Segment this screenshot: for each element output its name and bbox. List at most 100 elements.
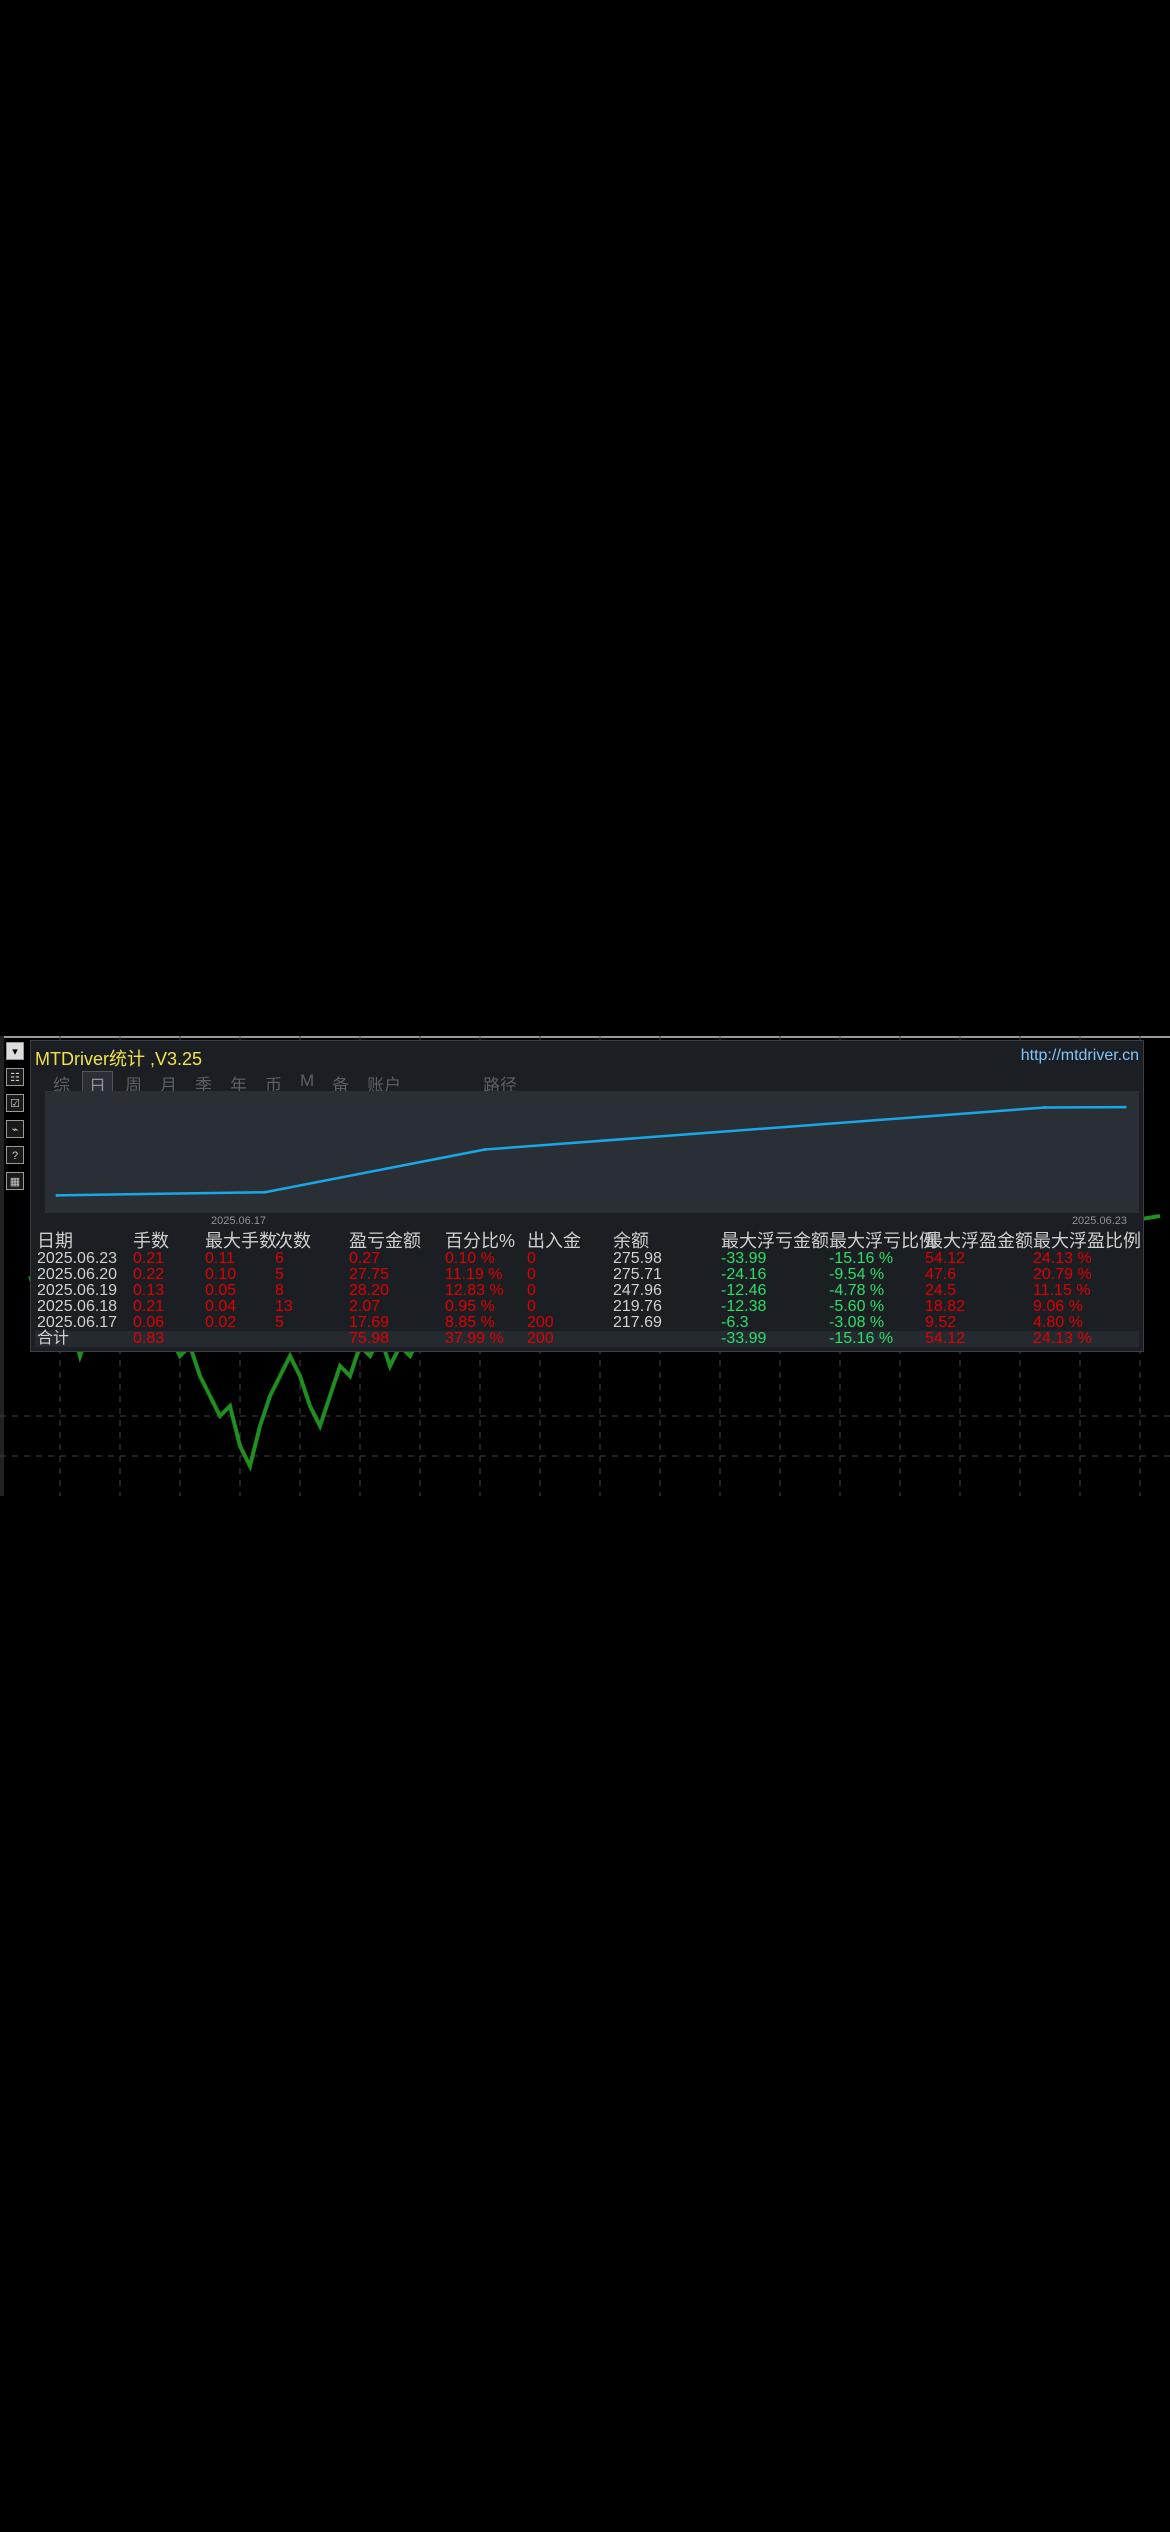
cell-count: 8 xyxy=(275,1282,284,1299)
equity-point xyxy=(55,1193,59,1197)
cell-percent: 0.10 % xyxy=(445,1250,495,1267)
cell-lots: 0.21 xyxy=(133,1250,165,1267)
cell-balance: 275.71 xyxy=(613,1266,662,1283)
cell-count: 6 xyxy=(275,1250,284,1267)
table-row[interactable]: 2025.06.20 0.22 0.10 5 27.75 11.19 % 0 275.71 -2… xyxy=(35,1267,1139,1283)
cell-pnl: 27.75 xyxy=(349,1266,390,1283)
cell-date: 2025.06.18 xyxy=(37,1298,118,1315)
cell-max-float-profit: 18.82 xyxy=(925,1298,966,1315)
header-pnl: 盈亏金额 xyxy=(349,1231,421,1251)
cell-max-lots: 0.02 xyxy=(205,1314,237,1331)
equity-point xyxy=(483,1148,487,1152)
header-lots: 手数 xyxy=(133,1231,169,1251)
chart-date-end: 2025.06.23 xyxy=(1071,1215,1127,1227)
header-max-lots: 最大手数 xyxy=(205,1231,277,1251)
cell-pnl: 0.27 xyxy=(349,1250,381,1267)
cell-pnl: 17.69 xyxy=(349,1314,390,1331)
cell-percent: 0.95 % xyxy=(445,1298,495,1315)
cell-max-float-loss-ratio: -9.54 % xyxy=(829,1266,885,1283)
cell-balance: 247.96 xyxy=(613,1282,662,1299)
cell-percent: 11.19 % xyxy=(445,1266,503,1283)
cell-max-float-loss-ratio: -15.16 % xyxy=(829,1250,894,1267)
header-max-float-profit-ratio: 最大浮盈比例 xyxy=(1033,1231,1141,1251)
cell-max-float-loss: -6.3 xyxy=(721,1314,749,1331)
table-row[interactable]: 2025.06.18 0.21 0.04 13 2.07 0.95 % 0 219.76 -12… xyxy=(35,1299,1139,1315)
total-max-float-loss-ratio: -15.16 % xyxy=(829,1330,894,1347)
cell-count: 13 xyxy=(275,1298,293,1315)
table-row[interactable]: 2025.06.23 0.21 0.11 6 0.27 0.10 % 0 275.98 -33.… xyxy=(35,1251,1139,1267)
cell-max-float-profit-ratio: 4.80 % xyxy=(1033,1314,1083,1331)
cell-percent: 8.85 % xyxy=(445,1314,495,1331)
cell-max-float-profit-ratio: 9.06 % xyxy=(1033,1298,1083,1315)
equity-point xyxy=(1043,1105,1047,1109)
cell-date: 2025.06.17 xyxy=(37,1314,118,1331)
table-row[interactable]: 2025.06.19 0.13 0.05 8 28.20 12.83 % 0 247.96 -1… xyxy=(35,1283,1139,1299)
cell-max-float-loss: -12.38 xyxy=(721,1298,767,1315)
cell-max-float-loss: -33.99 xyxy=(721,1250,767,1267)
left-toolbar: ▾ ☷ ☑ ⌁ ? ▦ xyxy=(6,1042,28,1198)
cell-count: 5 xyxy=(275,1314,284,1331)
cell-lots: 0.06 xyxy=(133,1314,165,1331)
cell-max-lots: 0.11 xyxy=(205,1250,235,1267)
total-max-float-loss: -33.99 xyxy=(721,1330,767,1347)
cell-deposit: 200 xyxy=(527,1314,554,1331)
equity-chart xyxy=(45,1091,1139,1213)
cell-max-float-loss: -12.46 xyxy=(721,1282,767,1299)
cell-deposit: 0 xyxy=(527,1266,536,1283)
cell-date: 2025.06.20 xyxy=(37,1266,118,1283)
panel-url-link[interactable]: http://mtdriver.cn xyxy=(1021,1047,1139,1065)
cell-lots: 0.21 xyxy=(133,1298,165,1315)
header-max-float-profit: 最大浮盈金额 xyxy=(925,1231,1033,1251)
cell-max-float-loss-ratio: -5.60 % xyxy=(829,1298,885,1315)
stats-table: 日期 手数 最大手数 次数 盈亏金额 百分比% 出入金 余额 最大浮亏金额 最大… xyxy=(35,1231,1141,1347)
cell-max-float-loss-ratio: -4.78 % xyxy=(829,1282,885,1299)
cell-max-float-profit: 24.5 xyxy=(925,1282,957,1299)
dropdown-icon[interactable]: ▾ xyxy=(6,1042,24,1060)
header-max-float-loss-ratio: 最大浮亏比例 xyxy=(829,1231,937,1251)
equity-line xyxy=(56,1105,1126,1197)
table-row[interactable]: 2025.06.17 0.06 0.02 5 17.69 8.85 % 200 217.69 -… xyxy=(35,1315,1139,1331)
cell-date: 2025.06.19 xyxy=(37,1282,118,1299)
stats-icon[interactable]: ☷ xyxy=(6,1068,24,1086)
cell-max-float-profit: 47.6 xyxy=(925,1266,957,1283)
total-pnl: 75.98 xyxy=(349,1330,390,1347)
cell-pnl: 2.07 xyxy=(349,1298,381,1315)
total-deposit: 200 xyxy=(527,1330,554,1347)
header-percent: 百分比% xyxy=(445,1231,516,1251)
header-deposit: 出入金 xyxy=(527,1231,581,1251)
checkbox-icon[interactable]: ☑ xyxy=(6,1094,24,1112)
table-icon[interactable]: ▦ xyxy=(6,1172,24,1190)
cell-max-float-profit-ratio: 24.13 % xyxy=(1033,1250,1092,1267)
table-header: 日期 手数 最大手数 次数 盈亏金额 百分比% 出入金 余额 最大浮亏金额 最大… xyxy=(35,1231,1141,1251)
cell-max-float-profit-ratio: 11.15 % xyxy=(1033,1282,1091,1299)
cell-max-lots: 0.04 xyxy=(205,1298,237,1315)
cell-pnl: 28.20 xyxy=(349,1282,390,1299)
cell-balance: 275.98 xyxy=(613,1250,662,1267)
cell-balance: 217.69 xyxy=(613,1314,662,1331)
cell-max-lots: 0.05 xyxy=(205,1282,237,1299)
total-lots: 0.83 xyxy=(133,1330,165,1347)
header-count: 次数 xyxy=(275,1231,311,1251)
total-max-float-profit: 54.12 xyxy=(925,1330,966,1347)
cell-deposit: 0 xyxy=(527,1282,536,1299)
header-date: 日期 xyxy=(37,1231,73,1251)
total-label: 合计 xyxy=(37,1330,70,1347)
help-icon[interactable]: ? xyxy=(6,1146,24,1164)
header-max-float-loss: 最大浮亏金额 xyxy=(721,1231,829,1251)
cell-max-float-loss-ratio: -3.08 % xyxy=(829,1314,885,1331)
cell-lots: 0.22 xyxy=(133,1266,165,1283)
stats-panel: MTDriver统计 ,V3.25 http://mtdriver.cn 综 日… xyxy=(30,1040,1144,1352)
cell-max-float-loss: -24.16 xyxy=(721,1266,767,1283)
table-total-row: 合计 0.83 75.98 37.99 % 200 -33.99 -15.16 … xyxy=(35,1331,1139,1347)
cell-deposit: 0 xyxy=(527,1298,536,1315)
cell-max-float-profit-ratio: 20.79 % xyxy=(1033,1266,1092,1283)
total-percent: 37.99 % xyxy=(445,1330,504,1347)
cell-max-float-profit: 54.12 xyxy=(925,1250,966,1267)
line-chart-icon[interactable]: ⌁ xyxy=(6,1120,24,1138)
cell-deposit: 0 xyxy=(527,1250,536,1267)
chart-date-start: 2025.06.17 xyxy=(211,1215,267,1227)
cell-max-lots: 0.10 xyxy=(205,1266,237,1283)
equity-chart-svg xyxy=(55,1105,1127,1197)
cell-percent: 12.83 % xyxy=(445,1282,504,1299)
equity-point xyxy=(1123,1105,1127,1109)
